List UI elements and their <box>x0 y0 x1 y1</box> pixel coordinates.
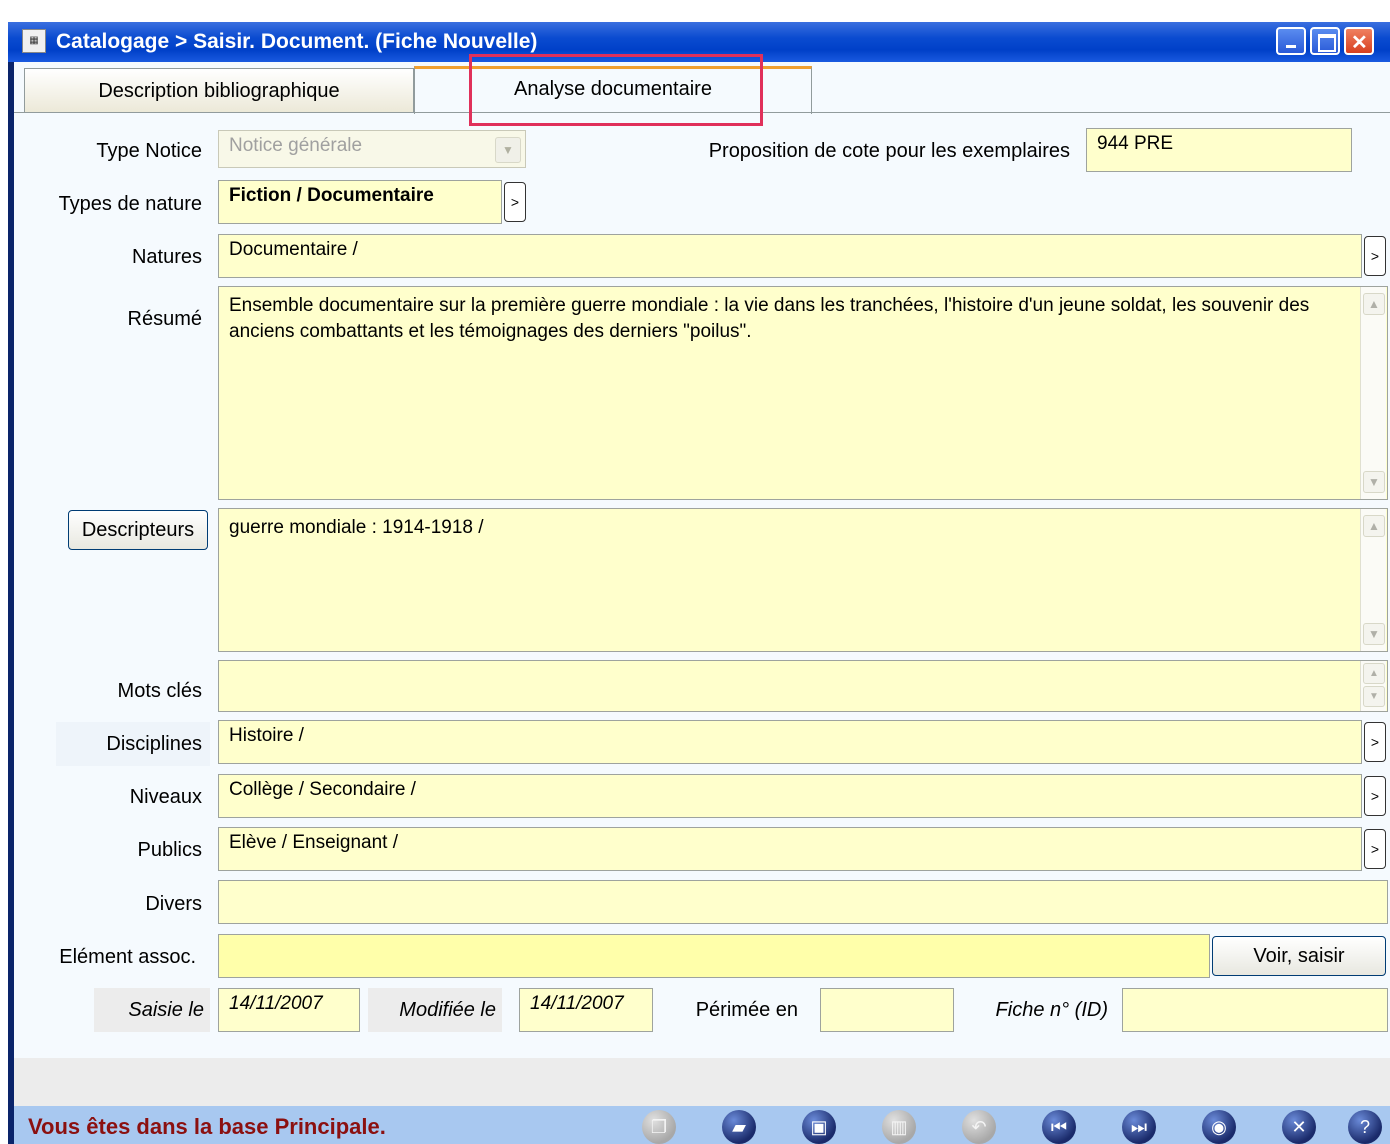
natures-picker-button[interactable]: > <box>1364 236 1386 276</box>
niveaux-label: Niveaux <box>129 786 202 808</box>
cote-label: Proposition de cote pour les exemplaires <box>708 140 1070 162</box>
modifiee-label: Modifiée le <box>399 999 496 1021</box>
niveaux-field[interactable]: Collège / Secondaire / <box>218 774 1362 818</box>
resume-text: Ensemble documentaire sur la première gu… <box>229 295 1310 342</box>
form-body: Description bibliographique Analyse docu… <box>14 54 1390 1144</box>
descripteurs-button[interactable]: Descripteurs <box>68 510 208 550</box>
scroll-down-icon[interactable]: ▼ <box>1363 471 1385 493</box>
catalogage-window: ▦ Catalogage > Saisir. Document. (Fiche … <box>8 22 1390 1144</box>
eye-icon[interactable]: ◉ <box>1202 1110 1236 1144</box>
catalog-app-icon: ▦ <box>22 29 46 53</box>
save-icon[interactable]: ▣ <box>802 1110 836 1144</box>
types-nature-field[interactable]: Fiction / Documentaire <box>218 180 502 224</box>
tab-analyse-documentaire[interactable]: Analyse documentaire <box>414 66 812 114</box>
disciplines-label: Disciplines <box>106 733 202 755</box>
disciplines-field[interactable]: Histoire / <box>218 720 1362 764</box>
cote-input[interactable]: 944 PRE <box>1086 128 1352 172</box>
help-icon[interactable]: ? <box>1348 1110 1382 1144</box>
types-nature-label: Types de nature <box>58 193 202 215</box>
divers-field[interactable] <box>218 880 1388 924</box>
resume-scrollbar[interactable]: ▲ ▼ <box>1360 287 1386 499</box>
element-assoc-label: Elément assoc. <box>59 946 196 968</box>
close-icon[interactable]: ✕ <box>1344 27 1374 55</box>
perimee-label: Périmée en <box>695 999 798 1021</box>
resume-label: Résumé <box>127 308 202 330</box>
chevron-down-icon: ▼ <box>495 137 521 163</box>
type-notice-label: Type Notice <box>96 140 202 162</box>
fiche-id-label: Fiche n° (ID) <box>995 999 1108 1021</box>
title-bar[interactable]: ▦ Catalogage > Saisir. Document. (Fiche … <box>8 22 1390 62</box>
minimize-icon[interactable] <box>1276 27 1306 55</box>
bottom-strip <box>14 1058 1390 1106</box>
type-notice-select: Notice générale ▼ <box>218 130 526 168</box>
descripteurs-scrollbar[interactable]: ▲ ▼ <box>1360 509 1386 651</box>
maximize-icon[interactable] <box>1310 27 1340 55</box>
voir-saisir-button[interactable]: Voir, saisir <box>1212 936 1386 976</box>
type-notice-value: Notice générale <box>229 135 363 156</box>
natures-label: Natures <box>131 246 202 268</box>
first-record-icon[interactable]: ⏮ <box>1042 1110 1076 1144</box>
scroll-up-icon[interactable]: ▲ <box>1363 515 1385 537</box>
element-assoc-field[interactable] <box>218 934 1210 978</box>
mots-cles-scrollbar[interactable]: ▲ ▼ <box>1360 661 1386 711</box>
publics-picker-button[interactable]: > <box>1364 829 1386 869</box>
resume-textarea[interactable]: Ensemble documentaire sur la première gu… <box>218 286 1388 500</box>
copy-icon[interactable]: ❐ <box>642 1110 676 1144</box>
modifiee-date-field[interactable]: 14/11/2007 <box>519 988 653 1032</box>
descripteurs-text: guerre mondiale : 1914-1918 / <box>229 517 484 538</box>
natures-field[interactable]: Documentaire / <box>218 234 1362 278</box>
new-document-icon[interactable]: ▰ <box>722 1110 756 1144</box>
last-record-icon[interactable]: ⏭ <box>1122 1110 1156 1144</box>
undo-icon[interactable]: ↶ <box>962 1110 996 1144</box>
tab-description-bibliographique[interactable]: Description bibliographique <box>24 68 414 112</box>
fiche-id-field[interactable] <box>1122 988 1388 1032</box>
types-nature-picker-button[interactable]: > <box>504 182 526 222</box>
descripteurs-textarea[interactable]: guerre mondiale : 1914-1918 / <box>218 508 1388 652</box>
publics-field[interactable]: Elève / Enseignant / <box>218 827 1362 871</box>
close-circle-icon[interactable]: ✕ <box>1282 1110 1316 1144</box>
status-message: Vous êtes dans la base Principale. <box>28 1114 386 1139</box>
trash-icon[interactable]: ▥ <box>882 1110 916 1144</box>
scroll-down-icon[interactable]: ▼ <box>1363 623 1385 645</box>
perimee-field[interactable] <box>820 988 954 1032</box>
niveaux-picker-button[interactable]: > <box>1364 776 1386 816</box>
scroll-down-icon[interactable]: ▼ <box>1363 686 1385 707</box>
saisie-date-field[interactable]: 14/11/2007 <box>218 988 360 1032</box>
publics-label: Publics <box>137 839 202 861</box>
divers-label: Divers <box>145 893 202 915</box>
mots-cles-field[interactable] <box>218 660 1388 712</box>
disciplines-picker-button[interactable]: > <box>1364 722 1386 762</box>
window-title: Catalogage > Saisir. Document. (Fiche No… <box>56 30 538 53</box>
saisie-label: Saisie le <box>128 999 204 1021</box>
scroll-up-icon[interactable]: ▲ <box>1363 293 1385 315</box>
scroll-up-icon[interactable]: ▲ <box>1363 663 1385 684</box>
status-bar: Vous êtes dans la base Principale. ❐ ▰ ▣… <box>14 1106 1390 1144</box>
tab-divider <box>14 112 1390 113</box>
mots-cles-label: Mots clés <box>117 680 202 702</box>
